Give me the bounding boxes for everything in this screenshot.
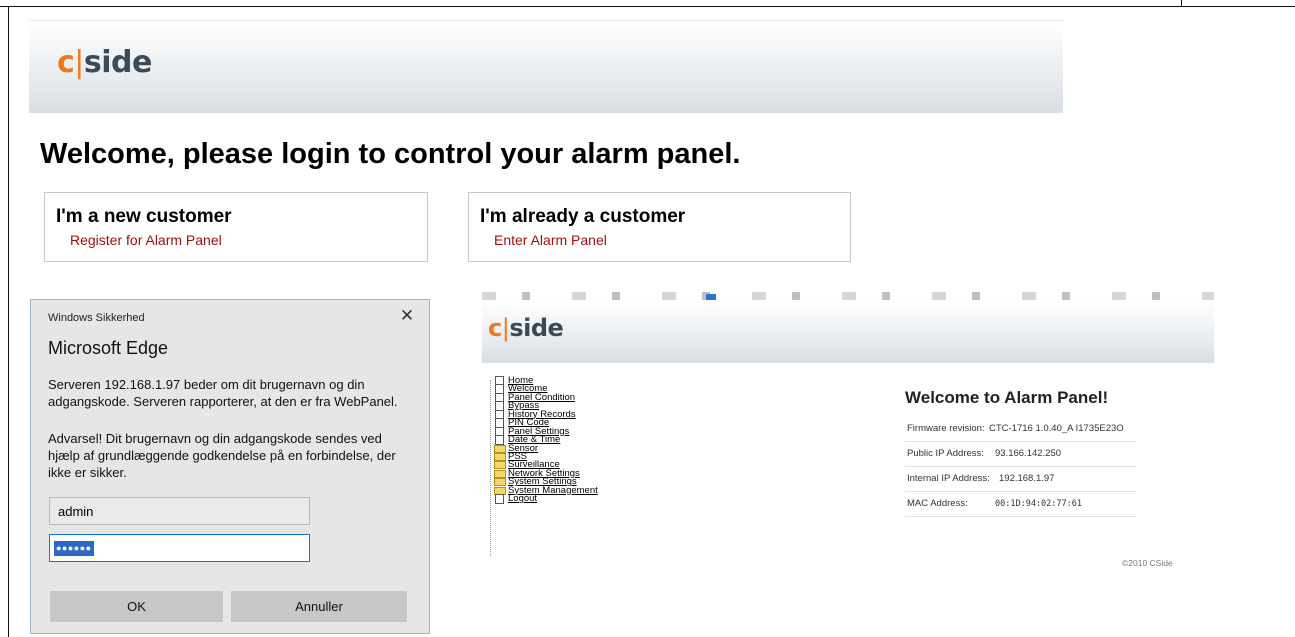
- folder-icon: [494, 469, 506, 478]
- folder-icon: [494, 444, 506, 453]
- cside-logo[interactable]: c|side: [57, 45, 152, 80]
- mac-label: MAC Address:: [907, 498, 968, 509]
- folder-icon: [494, 452, 506, 461]
- folder-icon: [494, 478, 506, 487]
- firmware-value: CTC-1716 1.0.40_A I1735E23O: [989, 423, 1124, 434]
- password-mask: ●●●●●●: [54, 541, 94, 556]
- existing-customer-title: I'm already a customer: [480, 206, 686, 227]
- screenshot-border-top: [0, 6, 1295, 7]
- header-banner: c|side: [29, 20, 1063, 113]
- close-icon[interactable]: ✕: [397, 306, 417, 326]
- mac-row: MAC Address: 00:1D:94:02:77:61: [905, 492, 1136, 517]
- dialog-message: Serveren 192.168.1.97 beder om dit bruge…: [48, 377, 398, 409]
- new-customer-title: I'm a new customer: [56, 206, 232, 227]
- tree-connector: [490, 380, 491, 556]
- dialog-app-name: Microsoft Edge: [48, 338, 169, 358]
- public-ip-label: Public IP Address:: [907, 448, 984, 459]
- page-title: Welcome, please login to control your al…: [40, 138, 741, 170]
- firmware-label: Firmware revision:: [907, 423, 985, 434]
- panel-header-banner: c|side: [482, 302, 1214, 363]
- username-field[interactable]: admin: [49, 497, 310, 525]
- toolbar-blue-mark: [706, 294, 716, 300]
- page-icon: [495, 494, 504, 505]
- enter-panel-link[interactable]: Enter Alarm Panel: [494, 232, 607, 248]
- register-link[interactable]: Register for Alarm Panel: [70, 232, 222, 248]
- cside-logo[interactable]: c|side: [488, 314, 564, 342]
- windows-security-dialog: Windows Sikkerhed ✕ Microsoft Edge Serve…: [30, 299, 430, 634]
- mac-value: 00:1D:94:02:77:61: [995, 499, 1082, 509]
- existing-customer-card: I'm already a customer Enter Alarm Panel: [468, 192, 851, 262]
- public-ip-value: 93.166.142.250: [995, 448, 1062, 459]
- screenshot-border-tick: [1181, 0, 1182, 7]
- screenshot-border-left: [8, 6, 9, 637]
- new-customer-card: I'm a new customer Register for Alarm Pa…: [44, 192, 428, 262]
- dialog-caption: Windows Sikkerhed: [48, 312, 145, 324]
- internal-ip-row: Internal IP Address: 192.168.1.97: [905, 467, 1136, 492]
- folder-icon: [494, 461, 506, 470]
- browser-toolbar-strip: [482, 292, 1214, 300]
- panel-welcome-title: Welcome to Alarm Panel!: [905, 388, 1109, 407]
- copyright-text: ©2010 CSide: [1122, 558, 1173, 568]
- internal-ip-label: Internal IP Address:: [907, 473, 990, 484]
- dialog-warning: Advarsel! Dit brugernavn og din adgangsk…: [48, 431, 396, 480]
- password-field[interactable]: ●●●●●●: [49, 534, 310, 562]
- public-ip-row: Public IP Address: 93.166.142.250: [905, 442, 1136, 467]
- ok-button[interactable]: OK: [50, 591, 223, 622]
- firmware-row: Firmware revision: CTC-1716 1.0.40_A I17…: [905, 417, 1136, 442]
- internal-ip-value: 192.168.1.97: [999, 473, 1055, 484]
- cancel-button[interactable]: Annuller: [231, 591, 407, 622]
